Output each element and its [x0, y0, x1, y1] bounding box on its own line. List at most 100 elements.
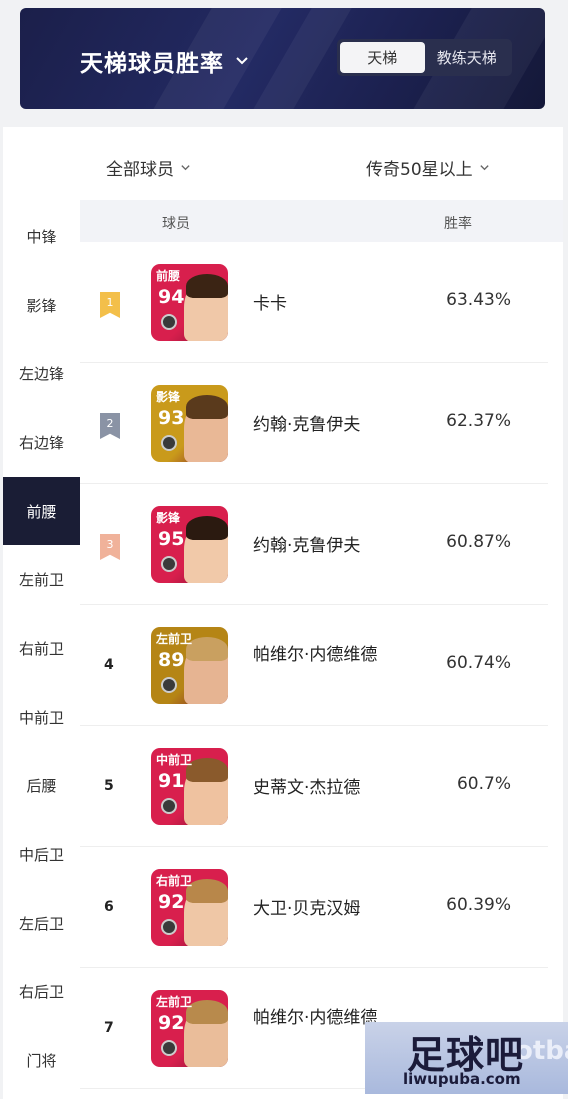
table-row[interactable]: 1 前腰 94 卡卡 63.43% — [80, 242, 548, 363]
rank-number: 4 — [104, 657, 114, 673]
sidebar-item-label: 中前卫 — [18, 708, 64, 727]
sidebar-item[interactable]: 影锋 — [3, 271, 80, 340]
sidebar-item-label: 左边锋 — [18, 365, 64, 384]
card-position: 右前卫 — [156, 874, 193, 888]
card-emblem-icon — [161, 1040, 177, 1056]
sidebar-item-label: 左后卫 — [18, 914, 64, 933]
table-row[interactable]: 2 影锋 93 约翰·克鲁伊夫 62.37% — [80, 363, 548, 484]
filter-bar: 全部球员 传奇50星以上 — [3, 127, 563, 202]
player-hair — [186, 395, 228, 419]
rank-badge: 1 — [100, 292, 120, 318]
win-rate-value: 60.74% — [446, 653, 511, 673]
win-rate-value: 60.7% — [456, 774, 511, 794]
card-rating: 92 — [158, 891, 185, 913]
player-hair — [186, 1000, 228, 1024]
tab-coach-ladder[interactable]: 教练天梯 — [425, 42, 510, 73]
player-hair — [186, 879, 228, 903]
table-row[interactable]: 3 影锋 95 约翰·克鲁伊夫 60.87% — [80, 484, 548, 605]
rank-number: 6 — [104, 899, 114, 915]
mode-toggle: 天梯 教练天梯 — [337, 39, 512, 76]
player-card[interactable]: 左前卫 92 — [151, 990, 228, 1067]
sidebar-item-label: 左前卫 — [18, 571, 64, 590]
sidebar-item[interactable]: 后腰 — [3, 752, 80, 821]
sidebar-item[interactable]: 左边锋 — [3, 339, 80, 408]
card-emblem-icon — [161, 798, 177, 814]
sidebar-item[interactable]: 右后卫 — [3, 958, 80, 1027]
player-hair — [186, 516, 228, 540]
player-card[interactable]: 影锋 95 — [151, 506, 228, 583]
player-hair — [186, 637, 228, 661]
sidebar-item-label: 右后卫 — [18, 983, 64, 1002]
sidebar-item-label: 中后卫 — [18, 846, 64, 865]
card-rating: 92 — [158, 1012, 185, 1034]
table-row[interactable]: 5 中前卫 91 史蒂文·杰拉德 60.7% — [80, 726, 548, 847]
player-name: 约翰·克鲁伊夫 — [253, 415, 361, 435]
chevron-down-icon — [236, 57, 248, 65]
position-sidebar: 中锋影锋左边锋右边锋前腰左前卫右前卫中前卫后腰中后卫左后卫右后卫门将 — [3, 202, 80, 1095]
sidebar-item[interactable]: 中前卫 — [3, 683, 80, 752]
win-rate-value: 60.39% — [446, 895, 511, 915]
card-rating: 95 — [158, 528, 185, 550]
sidebar-item[interactable]: 右前卫 — [3, 614, 80, 683]
player-hair — [186, 758, 228, 782]
rank-number: 5 — [104, 778, 114, 794]
column-header-player: 球员 — [162, 216, 190, 232]
player-card[interactable]: 中前卫 91 — [151, 748, 228, 825]
win-rate-value: 60.87% — [446, 532, 511, 552]
player-name: 大卫·贝克汉姆 — [253, 899, 361, 919]
player-card[interactable]: 前腰 94 — [151, 264, 228, 341]
sidebar-item-label: 右边锋 — [18, 433, 64, 452]
card-position: 中前卫 — [156, 753, 193, 767]
player-card[interactable]: 左前卫 89 — [151, 627, 228, 704]
rank-number: 7 — [104, 1020, 114, 1036]
watermark-url: liwupuba.com — [403, 1070, 521, 1088]
card-emblem-icon — [161, 919, 177, 935]
table-header: 球员 胜率 — [80, 200, 563, 242]
card-emblem-icon — [161, 314, 177, 330]
player-filter-dropdown[interactable]: 全部球员 — [106, 155, 191, 180]
sidebar-item[interactable]: 左前卫 — [3, 545, 80, 614]
player-filter-label: 全部球员 — [106, 160, 174, 180]
table-row[interactable]: 6 右前卫 92 大卫·贝克汉姆 60.39% — [80, 847, 548, 968]
sidebar-item[interactable]: 中后卫 — [3, 820, 80, 889]
card-rating: 91 — [158, 770, 185, 792]
sidebar-item[interactable]: 中锋 — [3, 202, 80, 271]
rank-badge: 3 — [100, 534, 120, 560]
table-row[interactable]: 4 左前卫 89 帕维尔·内德维德 60.74% — [80, 605, 548, 726]
chevron-down-icon — [181, 165, 190, 171]
sidebar-item[interactable]: 左后卫 — [3, 889, 80, 958]
header-banner: 天梯球员胜率 天梯 教练天梯 — [20, 8, 545, 109]
player-name: 卡卡 — [253, 294, 287, 314]
player-card[interactable]: 右前卫 92 — [151, 869, 228, 946]
rarity-filter-label: 传奇50星以上 — [366, 160, 473, 180]
page-title[interactable]: 天梯球员胜率 — [80, 44, 250, 78]
column-header-rate: 胜率 — [444, 216, 472, 232]
sidebar-item[interactable]: 门将 — [3, 1026, 80, 1095]
page-title-text: 天梯球员胜率 — [80, 51, 224, 77]
card-position: 左前卫 — [156, 995, 193, 1009]
rarity-filter-dropdown[interactable]: 传奇50星以上 — [366, 155, 490, 180]
card-position: 影锋 — [156, 390, 181, 404]
chevron-down-icon — [479, 165, 489, 171]
win-rate-table: 球员 胜率 1 前腰 94 卡卡 63.43% 2 影锋 93 约翰·克鲁伊夫 62.37% 3 影锋… — [80, 200, 563, 1089]
player-name: 帕维尔·内德维德 — [253, 645, 378, 665]
tab-ladder[interactable]: 天梯 — [340, 42, 425, 73]
sidebar-item[interactable]: 右边锋 — [3, 408, 80, 477]
sidebar-item-label: 影锋 — [26, 296, 57, 315]
sidebar-item-label: 门将 — [26, 1052, 57, 1071]
sidebar-item-label: 前腰 — [26, 502, 57, 521]
win-rate-value: 62.37% — [446, 411, 511, 431]
card-emblem-icon — [161, 677, 177, 693]
card-emblem-icon — [161, 435, 177, 451]
player-hair — [186, 274, 228, 298]
card-position: 左前卫 — [156, 632, 193, 646]
sidebar-item-label: 右前卫 — [18, 639, 64, 658]
player-name: 约翰·克鲁伊夫 — [253, 536, 361, 556]
watermark: otba 足球吧 liwupuba.com — [365, 1022, 568, 1094]
sidebar-item[interactable]: 前腰 — [3, 476, 80, 546]
card-rating: 89 — [158, 649, 185, 671]
sidebar-item-label: 中锋 — [26, 227, 57, 246]
card-rating: 94 — [158, 286, 185, 308]
sidebar-item-label: 后腰 — [26, 777, 57, 796]
player-card[interactable]: 影锋 93 — [151, 385, 228, 462]
